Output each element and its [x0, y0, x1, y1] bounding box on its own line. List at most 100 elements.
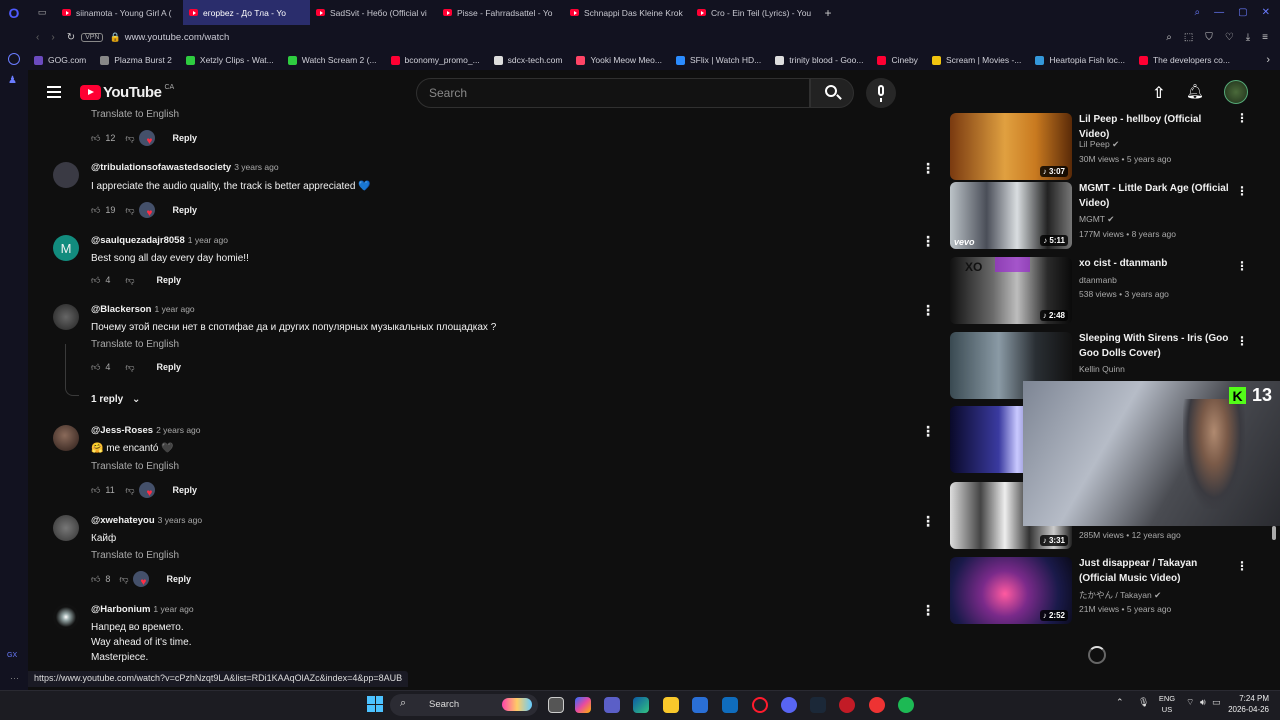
avatar[interactable] [53, 604, 79, 630]
bookmark-1[interactable]: Plazma Burst 2 [100, 55, 172, 65]
channel-name[interactable]: MGMT ✔ [1079, 214, 1114, 225]
youtube-logo[interactable]: YouTube CA [80, 84, 174, 101]
video-menu-icon[interactable]: ⋮ [1236, 560, 1248, 572]
channel-name[interactable]: たかやん / Takayan ✔ [1079, 589, 1161, 601]
channel-name[interactable]: dtanmanb [1079, 275, 1117, 285]
hamburger-menu-icon[interactable] [47, 86, 61, 98]
bookmark-12[interactable]: The developers co... [1138, 55, 1230, 65]
avatar[interactable] [53, 304, 79, 330]
reply-button[interactable]: Reply [173, 133, 198, 143]
dislike-icon[interactable]: 👎︎ [125, 362, 134, 373]
search-button[interactable] [810, 78, 854, 108]
video-thumbnail[interactable]: vevo ♪ 5:11 [950, 182, 1072, 249]
video-title[interactable]: Sleeping With Sirens - Iris (Goo Goo Dol… [1079, 332, 1229, 361]
avatar[interactable]: M [53, 235, 79, 261]
minimize-icon[interactable]: — [1214, 7, 1224, 18]
tab-menu-icon[interactable]: ▭ [28, 7, 56, 18]
downloads-icon[interactable]: ⤓ [1246, 32, 1250, 43]
close-window-icon[interactable]: ✕ [1262, 7, 1270, 18]
taskbar-search[interactable]: ⌕ Search [390, 694, 538, 716]
search-input[interactable]: Search [416, 78, 810, 108]
show-replies-button[interactable]: 1 reply ⌄ [91, 394, 140, 405]
speed-dial-icon[interactable] [8, 53, 20, 65]
more-icon[interactable]: ··· [10, 673, 19, 683]
reply-button[interactable]: Reply [173, 205, 198, 215]
bookmarks-overflow-icon[interactable]: › [1266, 54, 1270, 66]
shield-icon[interactable]: ⛉ [1205, 32, 1213, 43]
file-explorer-icon[interactable] [663, 697, 679, 713]
notifications-bell-icon[interactable]: 🔔︎ [1186, 83, 1204, 100]
tab-0[interactable]: siinamota - Young Girl A ( [56, 0, 183, 25]
spotify-icon[interactable] [898, 697, 914, 713]
video-menu-icon[interactable]: ⋮ [1236, 260, 1248, 272]
bookmark-7[interactable]: SFlix | Watch HD... [675, 55, 761, 65]
avatar[interactable] [53, 515, 79, 541]
opera-gx-icon[interactable] [752, 697, 768, 713]
voice-search-button[interactable] [866, 78, 896, 108]
video-thumbnail[interactable]: ♪ 3:07 [950, 113, 1072, 180]
translate-link[interactable]: Translate to English [91, 109, 179, 120]
like-icon[interactable]: 👍︎ [91, 275, 100, 286]
like-icon[interactable]: 👍︎ [91, 485, 100, 496]
battery-icon[interactable]: ▭ [1212, 697, 1221, 708]
related-video-5[interactable]: ♪ 2:52 Just disappear / Takayan (Officia… [950, 557, 1260, 627]
scrollbar-thumb[interactable] [1272, 526, 1276, 540]
task-view-icon[interactable] [548, 697, 564, 713]
video-title[interactable]: xo cist - dtanmanb [1079, 257, 1229, 272]
tab-3[interactable]: Pisse - Fahrradsattel - Yo [437, 0, 564, 25]
url-field[interactable]: www.youtube.com/watch [125, 32, 230, 43]
bookmark-3[interactable]: Watch Scream 2 (... [287, 55, 377, 65]
video-title[interactable]: MGMT - Little Dark Age (Official Video) [1079, 182, 1229, 211]
app-icon[interactable] [839, 697, 855, 713]
video-menu-icon[interactable]: ⋮ [1236, 335, 1248, 347]
microphone-tray-icon[interactable]: 🎙︎ [1138, 697, 1149, 708]
forward-icon[interactable]: › [51, 32, 54, 43]
video-menu-icon[interactable]: ⋮ [1236, 112, 1248, 124]
edge-icon[interactable] [633, 697, 649, 713]
reload-icon[interactable]: ↻ [67, 32, 75, 43]
comment-menu-icon[interactable]: ⋮ [921, 303, 935, 317]
dislike-icon[interactable]: 👎︎ [125, 133, 134, 144]
chevron-up-icon[interactable]: ⌃ [1116, 697, 1124, 708]
bookmark-0[interactable]: GOG.com [34, 55, 86, 65]
bookmark-2[interactable]: Xetzly Clips - Wat... [185, 55, 274, 65]
bookmark-10[interactable]: Scream | Movies -... [931, 55, 1021, 65]
search-tabs-icon[interactable]: ⌕ [1195, 7, 1201, 18]
maximize-icon[interactable]: ▢ [1238, 7, 1247, 18]
contacts-icon[interactable]: ♟ [8, 75, 17, 86]
zoom-icon[interactable]: ⌕ [1166, 32, 1172, 43]
video-menu-icon[interactable]: ⋮ [1236, 185, 1248, 197]
bookmark-11[interactable]: Heartopia Fish loc... [1035, 55, 1125, 65]
clock[interactable]: 7:24 PM 2026-04-26 [1225, 693, 1269, 715]
avatar[interactable] [1224, 80, 1248, 104]
snapshot-icon[interactable]: ⬚ [1184, 32, 1193, 43]
avatar[interactable] [53, 425, 79, 451]
dislike-icon[interactable]: 👎︎ [125, 275, 134, 286]
heart-icon[interactable]: ♡ [1225, 32, 1234, 43]
comment-menu-icon[interactable]: ⋮ [921, 234, 935, 248]
outlook-icon[interactable] [722, 697, 738, 713]
like-icon[interactable]: 👍︎ [91, 205, 100, 216]
related-video-0[interactable]: ♪ 3:07 Lil Peep - hellboy (Official Vide… [950, 112, 1260, 183]
bookmark-6[interactable]: Yooki Meow Meo... [576, 55, 662, 65]
video-title[interactable]: Just disappear / Takayan (Official Music… [1079, 557, 1229, 586]
tab-4[interactable]: Schnappi Das Kleine Krok [564, 0, 691, 25]
reply-button[interactable]: Reply [173, 485, 198, 495]
language-indicator[interactable]: ENG US [1157, 693, 1177, 715]
comment-menu-icon[interactable]: ⋮ [921, 161, 935, 175]
tab-1-active[interactable]: егорbez - До Тла - Yo [183, 0, 310, 25]
like-icon[interactable]: 👍︎ [91, 362, 100, 373]
dislike-icon[interactable]: 👎︎ [119, 574, 128, 585]
like-icon[interactable]: 👍︎ [91, 574, 100, 585]
bookmark-4[interactable]: bconomy_promo_... [390, 55, 480, 65]
app-icon-2[interactable] [869, 697, 885, 713]
vpn-badge[interactable]: VPN [81, 33, 104, 42]
comment-menu-icon[interactable]: ⋮ [921, 603, 935, 617]
channel-name[interactable]: Kellin Quinn [1079, 364, 1125, 374]
menu-icon[interactable]: ≡ [1262, 32, 1268, 43]
tab-2[interactable]: SadSvit - Небо (Official vi [310, 0, 437, 25]
reply-button[interactable]: Reply [157, 362, 182, 372]
store-icon[interactable] [692, 697, 708, 713]
translate-link[interactable]: Translate to English [91, 550, 179, 561]
video-thumbnail[interactable]: ♪ 2:52 [950, 557, 1072, 624]
